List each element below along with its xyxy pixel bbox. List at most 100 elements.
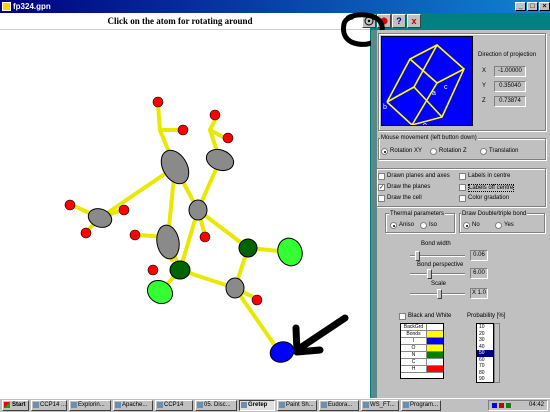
help-button[interactable]: ?: [392, 14, 406, 28]
tray-network-icon[interactable]: [492, 403, 497, 408]
thermal-title: Thermal parameters: [389, 211, 446, 217]
windows-logo-icon: [4, 402, 10, 408]
draw-planes-axes-checkbox[interactable]: [378, 173, 385, 180]
taskbar-item[interactable]: Paint Sh...: [277, 400, 317, 411]
color-swatch: [427, 359, 443, 365]
color-swatch: [427, 366, 443, 372]
probability-scrollbar[interactable]: [494, 323, 500, 383]
color-row-background[interactable]: BackGrd: [401, 324, 443, 331]
draw-cell-checkbox[interactable]: [378, 195, 385, 202]
rotation-z-radio[interactable]: [430, 148, 437, 155]
scale-thumb[interactable]: [437, 289, 442, 299]
unit-cell-view[interactable]: b a c o: [381, 36, 473, 129]
color-swatch: [427, 324, 443, 330]
bond-width-label: Bond width: [421, 241, 451, 247]
color-row-label: H: [401, 366, 427, 372]
probability-label: Probability [%]: [467, 313, 506, 319]
draw-cell-label: Draw the cell: [387, 195, 422, 201]
start-button[interactable]: Start: [2, 400, 29, 411]
rotation-xy-label: Rotation XY: [390, 148, 423, 154]
color-row-o[interactable]: O: [401, 345, 443, 352]
color-row-bonds[interactable]: Bonds: [401, 331, 443, 338]
bond-yes-label: Yes: [504, 222, 514, 228]
scale-label: Scale: [431, 281, 447, 287]
aniso-radio[interactable]: [390, 222, 397, 229]
taskbar-item[interactable]: Program...: [401, 400, 441, 411]
projection-title: Direction of projection: [478, 52, 537, 58]
maximize-button[interactable]: □: [527, 2, 538, 11]
taskbar-item[interactable]: Explorin...: [69, 400, 111, 411]
black-white-checkbox[interactable]: [399, 313, 406, 320]
bond-no-label: No: [472, 222, 480, 228]
labels-centre-label: Labels in centre: [468, 173, 511, 179]
start-label: Start: [12, 402, 26, 408]
rotation-z-label: Rotation Z: [439, 148, 467, 154]
app-icon: [2, 2, 11, 11]
aniso-label: Aniso: [399, 222, 415, 228]
x-value[interactable]: -1.00000: [494, 66, 526, 77]
color-row-i[interactable]: I: [401, 338, 443, 345]
probability-option[interactable]: 90: [477, 376, 493, 382]
draw-planes-label: Draw the planes: [387, 184, 431, 190]
color-row-n[interactable]: N: [401, 352, 443, 359]
x-label: X: [482, 68, 487, 74]
taskbar-item[interactable]: CCP14 ...: [31, 400, 67, 411]
labels-off-centre-label: Labels off centre: [468, 184, 515, 192]
color-row-c[interactable]: C: [401, 359, 443, 366]
axis-a-label: a: [432, 90, 436, 97]
translation-label: Translation: [489, 148, 519, 154]
color-swatch: [427, 352, 443, 358]
taskbar-item[interactable]: 05. Disc...: [195, 400, 237, 411]
system-tray: 04:42: [488, 400, 548, 411]
color-row-label: I: [401, 338, 427, 344]
bond-yes-radio[interactable]: [495, 222, 502, 229]
bond-no-radio[interactable]: [463, 222, 470, 229]
draw-planes-axes-label: Drawn planes and axes: [387, 173, 450, 179]
minimize-button[interactable]: _: [515, 2, 526, 11]
taskbar-item-active[interactable]: Gretep: [239, 400, 275, 411]
labels-centre-checkbox[interactable]: [459, 173, 466, 180]
z-value[interactable]: 0.73874: [494, 96, 526, 107]
close-view-button[interactable]: x: [407, 14, 421, 28]
color-swatch: [427, 338, 443, 344]
atoms: [64, 96, 303, 363]
taskbar-item[interactable]: WS_FT...: [361, 400, 399, 411]
molecule-structure[interactable]: [0, 30, 370, 398]
axis-c-label: c: [444, 84, 448, 91]
axis-b-label: b: [383, 104, 387, 111]
bond-width-value: 0.06: [470, 250, 488, 261]
taskbar-item[interactable]: Apache...: [113, 400, 153, 411]
translation-radio[interactable]: [480, 148, 487, 155]
color-swatch: [427, 331, 443, 337]
bond-perspective-label: Bond perspective: [417, 262, 464, 268]
rotation-xy-radio[interactable]: [381, 148, 388, 155]
arrow-annotation: [296, 314, 349, 352]
draw-planes-checkbox[interactable]: ✓: [378, 184, 385, 191]
color-row-h[interactable]: H: [401, 366, 443, 373]
window-close-button[interactable]: ×: [539, 2, 550, 11]
bonds-title: Draw Double/triple bond: [461, 211, 528, 217]
probability-list[interactable]: 10 20 30 40 50 60 70 80 90: [476, 323, 494, 383]
tray-volume-icon[interactable]: [506, 403, 511, 408]
color-row-label: Bonds: [401, 331, 427, 337]
unit-cell-diagram: b a c o: [383, 44, 465, 129]
color-gradation-label: Color gradation: [468, 195, 510, 201]
taskbar-item[interactable]: Eudora...: [319, 400, 359, 411]
z-label: Z: [482, 98, 486, 104]
black-white-label: Black and White: [408, 313, 452, 319]
y-label: Y: [482, 83, 487, 89]
bond-perspective-thumb[interactable]: [427, 269, 432, 279]
clock: 04:42: [528, 402, 544, 408]
iso-radio[interactable]: [420, 222, 427, 229]
labels-off-centre-checkbox[interactable]: [459, 184, 466, 191]
y-value[interactable]: 0.35040: [494, 81, 526, 92]
tray-app-icon[interactable]: [499, 403, 504, 408]
bond-width-thumb[interactable]: [415, 251, 420, 261]
origin-label: o: [423, 122, 427, 125]
bond-perspective-track[interactable]: [410, 273, 465, 275]
color-table[interactable]: BackGrd Bonds I O N C H: [400, 323, 444, 379]
scale-value: X 1.0: [470, 288, 488, 299]
instruction-text: Click on the atom for rotating around: [107, 16, 253, 26]
taskbar-item[interactable]: CCP14: [155, 400, 193, 411]
color-gradation-checkbox[interactable]: [459, 195, 466, 202]
